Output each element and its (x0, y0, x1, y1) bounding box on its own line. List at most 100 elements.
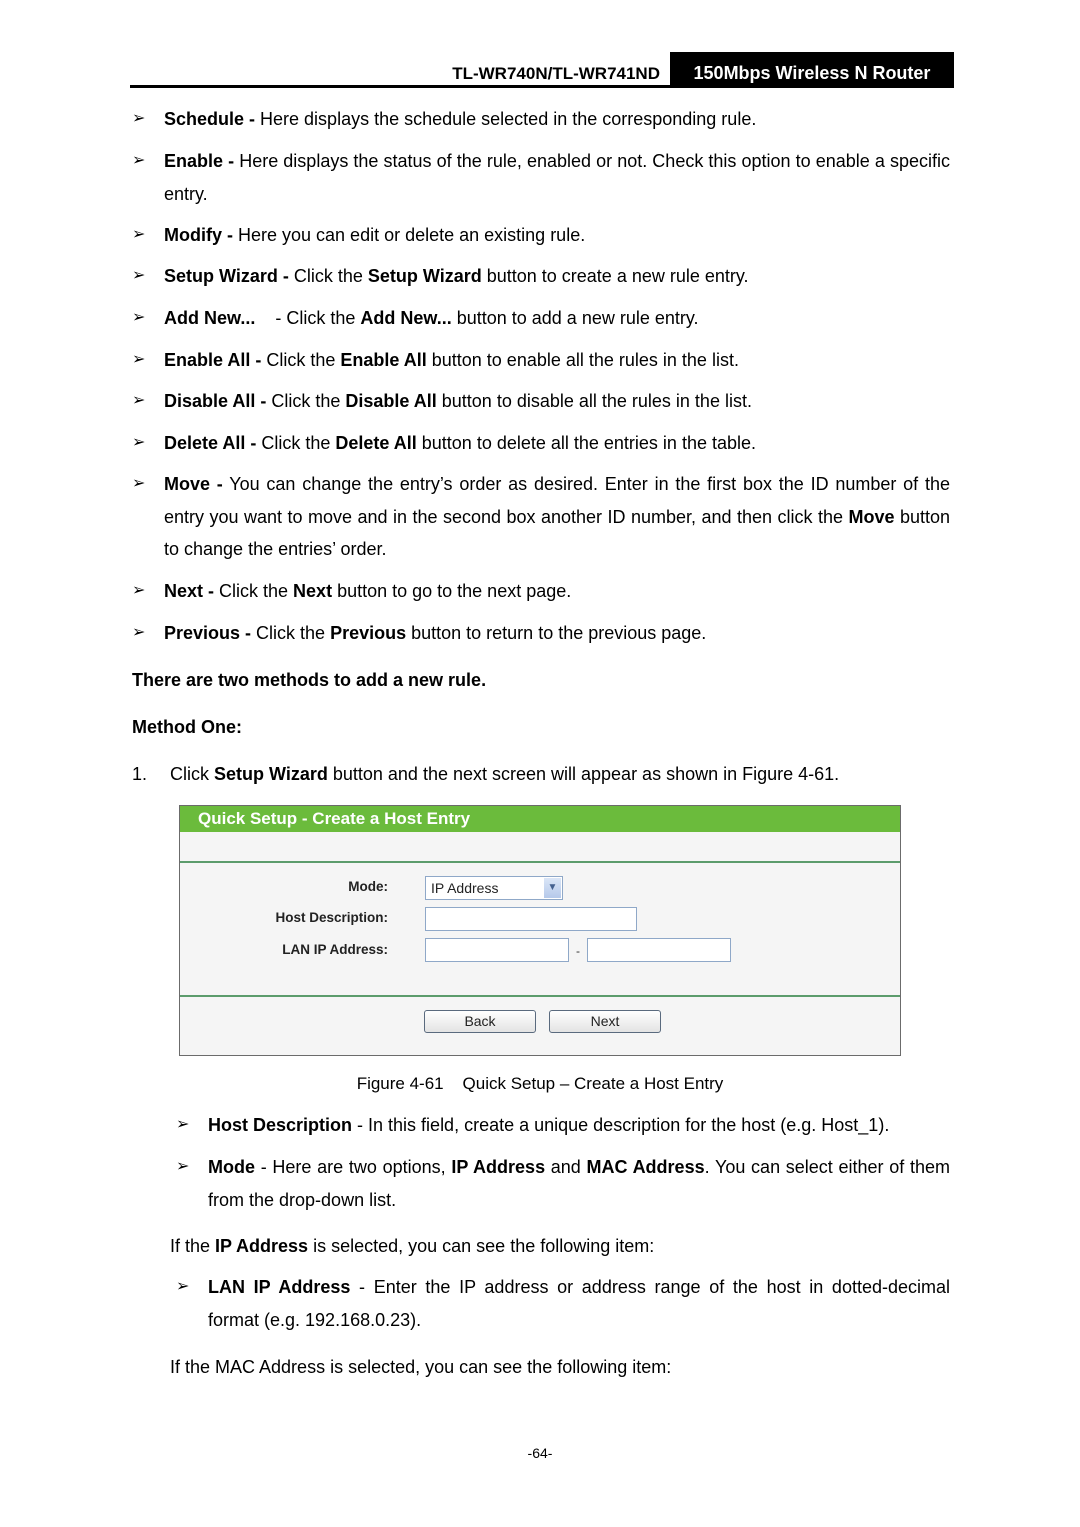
text: button to add a new rule entry. (451, 308, 699, 328)
term: Enable All - (164, 350, 262, 370)
bullet-arrow-icon: ➢ (132, 624, 146, 641)
description: Here you can edit or delete an existing … (233, 225, 586, 245)
description: Here displays the status of the rule, en… (164, 151, 951, 204)
bullet-arrow-icon: ➢ (176, 1116, 190, 1133)
bullet-arrow-icon: ➢ (132, 110, 146, 127)
lan-ip-start-input[interactable] (425, 938, 569, 962)
term-ref: MAC Address (586, 1157, 705, 1177)
term-ref: Setup Wizard (367, 266, 482, 286)
bullet-arrow-icon: ➢ (132, 309, 146, 326)
text: - Click the (255, 308, 361, 328)
list-item-host-description: ➢ Host Description - In this field, crea… (176, 1109, 950, 1142)
mode-select-value: IP Address (431, 880, 499, 896)
chevron-down-icon[interactable]: ▼ (544, 878, 561, 898)
text: Click the (266, 391, 346, 411)
term: Schedule - (164, 109, 256, 129)
text: Click the (256, 433, 336, 453)
lan-ip-end-input[interactable] (587, 938, 731, 962)
text: Click (170, 764, 214, 784)
bullet-arrow-icon: ➢ (132, 226, 146, 243)
list-item-add-new: ➢ Add New... - Click the Add New... butt… (132, 302, 950, 335)
bullet-arrow-icon: ➢ (132, 267, 146, 284)
text: You can change the entry’s order as desi… (164, 474, 950, 527)
next-button[interactable]: Next (549, 1010, 661, 1033)
term-ref: Add New... (360, 308, 452, 328)
text: Click the (288, 266, 368, 286)
back-button[interactable]: Back (424, 1010, 536, 1033)
step-number: 1. (132, 764, 148, 784)
step-1: 1. Click Setup Wizard button and the next… (132, 764, 839, 785)
term: Mode (208, 1157, 255, 1177)
term: LAN IP Address (208, 1277, 351, 1297)
bullet-arrow-icon: ➢ (176, 1278, 190, 1295)
term-ref: Previous (330, 623, 407, 643)
list-item-mode: ➢ Mode - Here are two options, IP Addres… (176, 1151, 950, 1216)
list-item-next: ➢ Next - Click the Next button to go to … (132, 575, 950, 608)
text: and (545, 1157, 587, 1177)
bullet-arrow-icon: ➢ (176, 1158, 190, 1175)
header-rule (130, 85, 954, 88)
description: Here displays the schedule selected in t… (255, 109, 757, 129)
host-description-label: Host Description: (275, 910, 388, 925)
text: button to go to the next page. (332, 581, 572, 601)
term: Host Description (208, 1115, 353, 1135)
host-description-input[interactable] (425, 907, 637, 931)
bullet-arrow-icon: ➢ (132, 392, 146, 409)
text: button to enable all the rules in the li… (426, 350, 739, 370)
mac-address-paragraph: If the MAC Address is selected, you can … (170, 1357, 672, 1377)
text: button to return to the previous page. (406, 623, 707, 643)
page-number: -64- (527, 1445, 553, 1461)
text: button to delete all the entries in the … (416, 433, 756, 453)
text: If the (170, 1236, 216, 1256)
list-item-disable-all: ➢ Disable All - Click the Disable All bu… (132, 385, 950, 418)
bullet-arrow-icon: ➢ (132, 434, 146, 451)
term-ref: Next (293, 581, 333, 601)
mode-label: Mode: (348, 879, 388, 894)
method-one-heading: Method One: (132, 717, 242, 737)
range-separator: - (576, 944, 580, 958)
figure-title: Quick Setup - Create a Host Entry (180, 806, 900, 832)
mode-select[interactable]: IP Address ▼ (425, 876, 563, 900)
list-item-enable: ➢ Enable - Here displays the status of t… (132, 145, 950, 210)
term-ref: Setup Wizard (214, 764, 328, 784)
text: Click the (261, 350, 341, 370)
methods-heading: There are two methods to add a new rule. (132, 670, 487, 690)
list-item-lan-ip-address: ➢ LAN IP Address - Enter the IP address … (176, 1271, 950, 1336)
page-header: TL-WR740N/TL-WR741ND 150Mbps Wireless N … (130, 52, 954, 88)
term-ref: Delete All (335, 433, 417, 453)
text: button and the next screen will appear a… (327, 764, 840, 784)
description: - In this field, create a unique descrip… (352, 1115, 890, 1135)
header-product: 150Mbps Wireless N Router (670, 52, 954, 86)
list-item-previous: ➢ Previous - Click the Previous button t… (132, 617, 950, 650)
list-item-setup-wizard: ➢ Setup Wizard - Click the Setup Wizard … (132, 260, 950, 293)
term-ref: Disable All (345, 391, 437, 411)
text: button to disable all the rules in the l… (436, 391, 752, 411)
term: Disable All - (164, 391, 267, 411)
text: Click the (251, 623, 331, 643)
list-item-modify: ➢ Modify - Here you can edit or delete a… (132, 219, 950, 252)
list-item-delete-all: ➢ Delete All - Click the Delete All butt… (132, 427, 950, 460)
bullet-arrow-icon: ➢ (132, 475, 146, 492)
term-ref: Move (848, 506, 895, 527)
term-ref: Enable All (340, 350, 427, 370)
term: Add New... (164, 308, 256, 328)
term: Previous - (164, 623, 252, 643)
bullet-arrow-icon: ➢ (132, 351, 146, 368)
ip-address-paragraph: If the IP Address is selected, you can s… (170, 1236, 654, 1257)
term: Move - (164, 474, 223, 494)
section-divider (180, 861, 900, 863)
quick-setup-host-entry-figure: Quick Setup - Create a Host Entry Mode: … (179, 805, 901, 1056)
header-model: TL-WR740N/TL-WR741ND (452, 64, 660, 83)
text: is selected, you can see the following i… (308, 1236, 655, 1256)
term-ref: IP Address (215, 1236, 309, 1256)
list-item-enable-all: ➢ Enable All - Click the Enable All butt… (132, 344, 950, 377)
bullet-arrow-icon: ➢ (132, 582, 146, 599)
section-divider (180, 995, 900, 997)
list-item-move: ➢ Move - You can change the entry’s orde… (132, 468, 950, 566)
term: Enable - (164, 151, 235, 171)
bullet-arrow-icon: ➢ (132, 152, 146, 169)
text: Click the (214, 581, 294, 601)
term: Delete All - (164, 433, 257, 453)
term: Setup Wizard - (164, 266, 289, 286)
term-ref: IP Address (451, 1157, 546, 1177)
